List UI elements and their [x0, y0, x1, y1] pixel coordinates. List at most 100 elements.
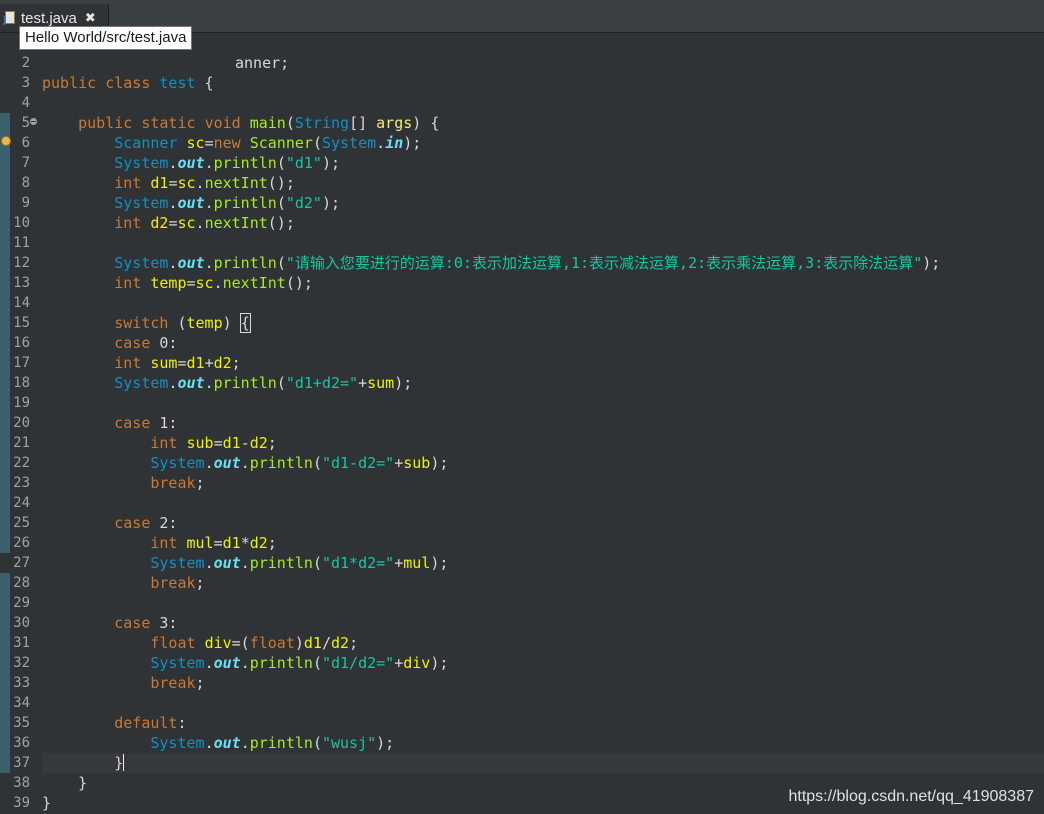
code-token: ( — [312, 554, 322, 572]
code-token: + — [394, 454, 404, 472]
code-token: ); — [430, 654, 449, 672]
code-text: System.out.println("d1-d2="+sub); — [42, 453, 448, 473]
code-token: = — [186, 274, 196, 292]
code-token: int — [150, 434, 187, 452]
code-token: "wusj" — [321, 734, 377, 752]
code-text: System.out.println("d1+d2="+sum); — [42, 373, 412, 393]
code-token: case — [114, 614, 160, 632]
code-line-2: 2 — [0, 53, 1044, 73]
code-text: switch (temp) { — [42, 313, 251, 333]
code-token: break — [150, 574, 196, 592]
code-line-18: 18 System.out.println("d1+d2="+sum); — [0, 373, 1044, 393]
code-token: ; — [195, 574, 205, 592]
code-token: sc — [195, 274, 214, 292]
tab-label: test.java — [21, 9, 77, 27]
code-text: int sum=d1+d2; — [42, 353, 240, 373]
code-token: static — [141, 114, 205, 132]
line-number: 10 — [13, 215, 30, 231]
code-token: out — [213, 734, 241, 752]
code-text: default: — [42, 713, 187, 733]
line-number: 15 — [13, 315, 30, 331]
code-line-6: 6 Scanner sc=new Scanner(System.in); — [0, 133, 1044, 153]
code-token: . — [204, 454, 214, 472]
code-token: d1 — [303, 634, 322, 652]
code-token: void — [204, 114, 250, 132]
code-token: "d1" — [285, 154, 322, 172]
code-token: d1 — [186, 354, 205, 372]
code-token: (); — [285, 274, 313, 292]
warning-lightbulb-icon[interactable] — [0, 135, 13, 149]
code-token: temp — [150, 274, 187, 292]
line-number: 31 — [13, 635, 30, 651]
code-token: 0: — [159, 334, 178, 352]
line-number: 36 — [13, 735, 30, 751]
code-token: ); — [376, 734, 395, 752]
code-token: sum — [150, 354, 178, 372]
code-line-26: 26 int mul=d1*d2; — [0, 533, 1044, 553]
code-token: ; — [267, 534, 277, 552]
code-text: case 0: — [42, 333, 177, 353]
code-token: float — [150, 634, 205, 652]
line-number: 32 — [13, 655, 30, 671]
code-token: mul — [403, 554, 431, 572]
code-line-15: 15 switch (temp) { — [0, 313, 1044, 333]
code-line-8: 8 int d1=sc.nextInt(); — [0, 173, 1044, 193]
code-token: sc — [177, 174, 196, 192]
line-number: 30 — [13, 615, 30, 631]
code-token: 2: — [159, 514, 178, 532]
code-token: out — [213, 654, 241, 672]
code-line-10: 10 int d2=sc.nextInt(); — [0, 213, 1044, 233]
code-token: ); — [394, 374, 413, 392]
code-token: ); — [430, 454, 449, 472]
code-text: case 1: — [42, 413, 177, 433]
line-number: 26 — [13, 535, 30, 551]
code-token: } — [78, 774, 88, 792]
code-token: System — [114, 374, 169, 392]
code-token: 3: — [159, 614, 178, 632]
code-token: 1: — [159, 414, 178, 432]
code-text: System.out.println("d2"); — [42, 193, 340, 213]
code-line-28: 28 break; — [0, 573, 1044, 593]
code-token: . — [204, 374, 214, 392]
code-line-23: 23 break; — [0, 473, 1044, 493]
line-number: 7 — [21, 155, 30, 171]
code-token: out — [177, 154, 205, 172]
code-token: ( — [312, 654, 322, 672]
code-line-36: 36 System.out.println("wusj"); — [0, 733, 1044, 753]
line-number: 37 — [13, 755, 30, 771]
code-token: case — [114, 414, 160, 432]
code-token: . — [195, 174, 205, 192]
code-token: ( — [177, 314, 187, 332]
close-icon[interactable]: ✖ — [85, 11, 96, 26]
code-token: float — [249, 634, 295, 652]
code-token: = — [177, 354, 187, 372]
fold-collapse-icon[interactable] — [30, 118, 37, 125]
code-token: "请输入您要进行的运算:0:表示加法运算,1:表示减法运算,2:表示乘法运算,3… — [285, 254, 923, 272]
code-text: break; — [42, 573, 205, 593]
code-text: System.out.println("请输入您要进行的运算:0:表示加法运算,… — [42, 253, 940, 273]
code-token: : — [177, 714, 187, 732]
code-token: int — [114, 214, 151, 232]
code-token: = — [204, 134, 214, 152]
code-line-30: 30 case 3: — [0, 613, 1044, 633]
code-editor[interactable]: anner; 2 3 public class test {4 5 public st… — [0, 33, 1044, 814]
code-token: nextInt — [204, 214, 268, 232]
line-number: 23 — [13, 475, 30, 491]
code-token: . — [204, 554, 214, 572]
code-text: } — [42, 793, 51, 813]
code-token: mul — [186, 534, 214, 552]
